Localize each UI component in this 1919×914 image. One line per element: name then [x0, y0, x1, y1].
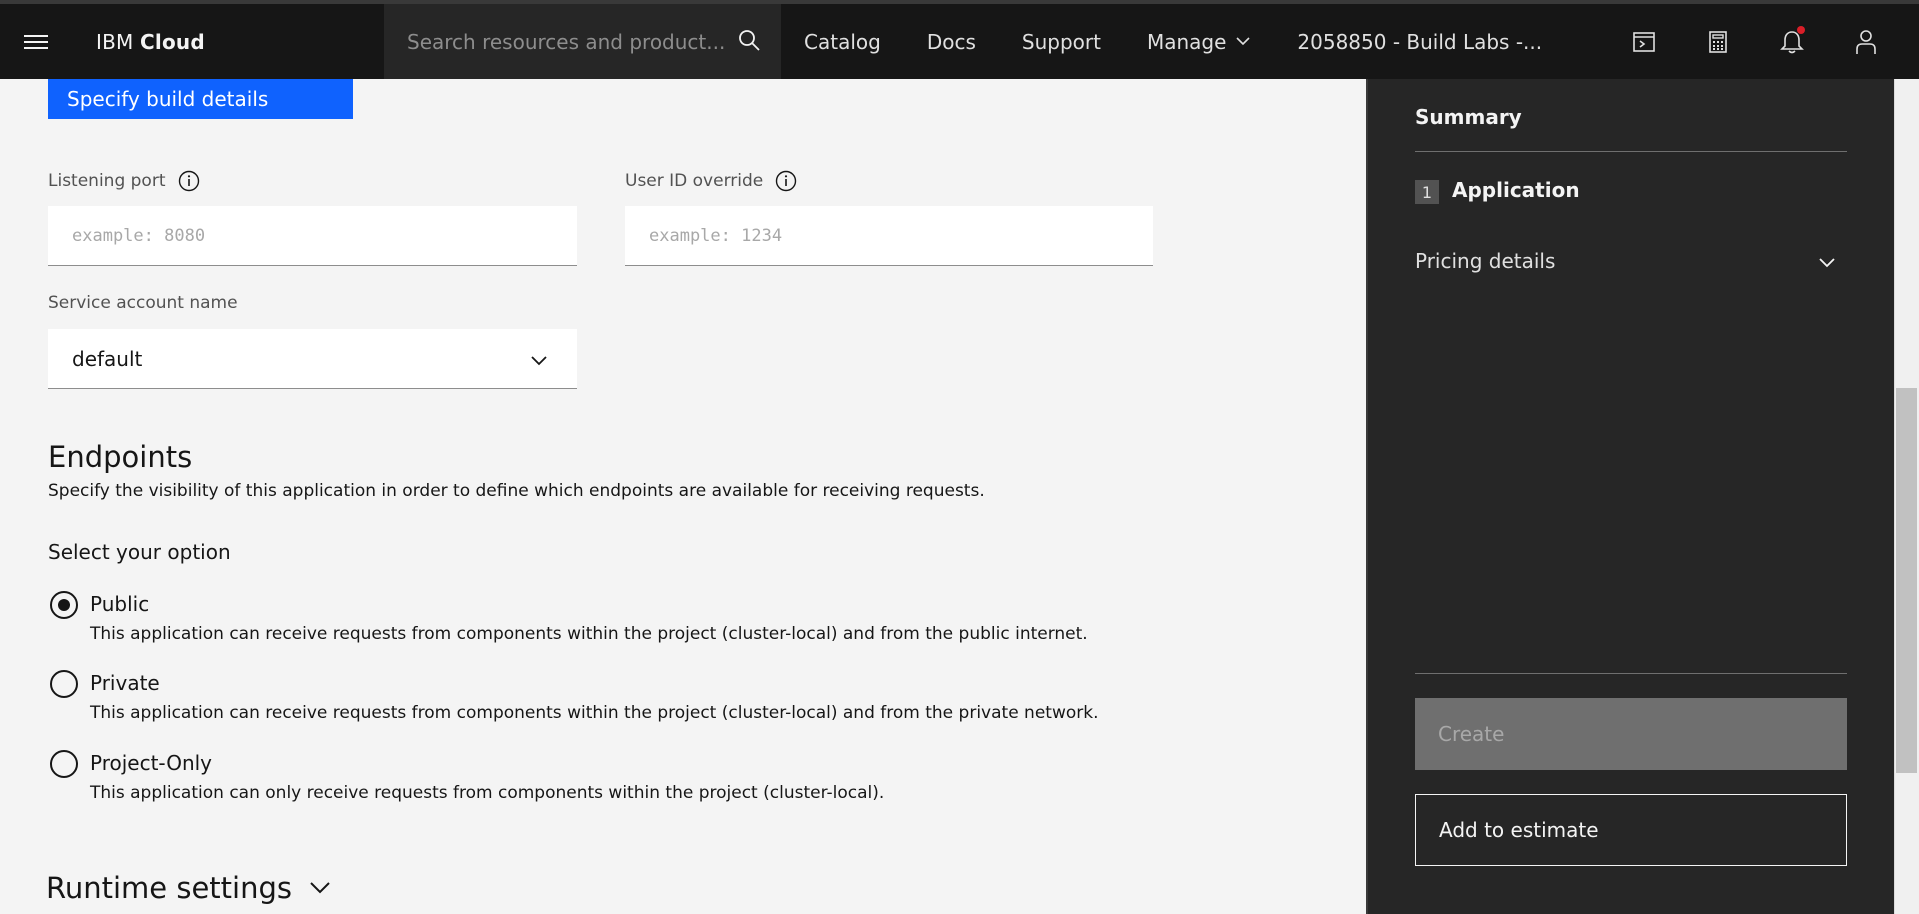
select-option-heading: Select your option	[48, 540, 231, 564]
service-account-value: default	[72, 346, 143, 371]
pricing-details-label: Pricing details	[1415, 249, 1556, 273]
chevron-down-icon	[531, 347, 547, 371]
radio-public-description: This application can receive requests fr…	[90, 624, 1088, 644]
user-icon[interactable]	[1829, 4, 1903, 79]
nav-catalog[interactable]: Catalog	[781, 4, 904, 79]
runtime-settings-toggle[interactable]: Runtime settings	[46, 871, 330, 905]
summary-title: Summary	[1415, 105, 1522, 129]
header-actions	[1607, 4, 1903, 79]
nav-docs[interactable]: Docs	[904, 4, 999, 79]
listening-port-label: Listening port	[48, 170, 200, 192]
nav-manage[interactable]: Manage	[1124, 4, 1273, 79]
info-icon[interactable]	[178, 170, 200, 192]
radio-public[interactable]	[50, 591, 78, 619]
service-account-label: Service account name	[48, 293, 238, 313]
calculator-icon[interactable]	[1681, 4, 1755, 79]
divider	[1415, 673, 1847, 674]
chevron-down-icon	[310, 882, 330, 894]
user-id-override-input[interactable]	[625, 206, 1153, 266]
search-icon[interactable]	[737, 28, 761, 56]
runtime-settings-label: Runtime settings	[46, 871, 292, 905]
radio-private-label[interactable]: Private	[90, 671, 160, 695]
brand-logo[interactable]: IBM Cloud	[72, 30, 384, 54]
nav-support[interactable]: Support	[999, 4, 1124, 79]
scrollbar-thumb[interactable]	[1896, 388, 1917, 773]
chevron-down-icon	[1236, 37, 1250, 46]
search-bar	[384, 4, 781, 79]
notification-badge	[1797, 26, 1805, 34]
user-id-override-label-text: User ID override	[625, 171, 764, 191]
top-header: IBM Cloud Catalog Docs Support Manage 20…	[0, 0, 1919, 79]
radio-private-description: This application can receive requests fr…	[90, 703, 1099, 723]
create-application-form: Specify build details Listening port Use…	[0, 79, 1366, 914]
radio-private[interactable]	[50, 670, 78, 698]
listening-port-label-text: Listening port	[48, 171, 166, 191]
create-button[interactable]: Create	[1415, 698, 1847, 770]
pricing-details-toggle[interactable]: Pricing details	[1415, 249, 1835, 273]
endpoints-title: Endpoints	[48, 440, 193, 474]
user-id-override-label: User ID override	[625, 170, 797, 192]
listening-port-input[interactable]	[48, 206, 577, 266]
nav-manage-label: Manage	[1146, 29, 1227, 54]
step-number: 1	[1415, 180, 1439, 204]
specify-build-details-button[interactable]: Specify build details	[48, 79, 353, 119]
chevron-down-icon	[1819, 249, 1835, 273]
brand-name: Cloud	[140, 29, 205, 54]
add-to-estimate-button[interactable]: Add to estimate	[1415, 794, 1847, 866]
hamburger-menu-icon[interactable]	[0, 4, 72, 79]
search-input[interactable]	[407, 29, 737, 54]
notification-icon[interactable]	[1755, 4, 1829, 79]
step-label: Application	[1452, 178, 1580, 202]
brand-prefix: IBM	[96, 29, 134, 54]
terminal-icon[interactable]	[1607, 4, 1681, 79]
info-icon[interactable]	[775, 170, 797, 192]
radio-project-only-description: This application can only receive reques…	[90, 783, 885, 803]
service-account-select[interactable]: default	[48, 329, 577, 389]
radio-project-only[interactable]	[50, 750, 78, 778]
endpoints-description: Specify the visibility of this applicati…	[48, 481, 985, 501]
divider	[1415, 151, 1847, 152]
radio-public-label[interactable]: Public	[90, 592, 149, 616]
radio-project-only-label[interactable]: Project-Only	[90, 751, 212, 775]
summary-panel: Summary 1 Application Pricing details Cr…	[1366, 79, 1894, 914]
account-switcher[interactable]: 2058850 - Build Labs -...	[1273, 4, 1582, 79]
